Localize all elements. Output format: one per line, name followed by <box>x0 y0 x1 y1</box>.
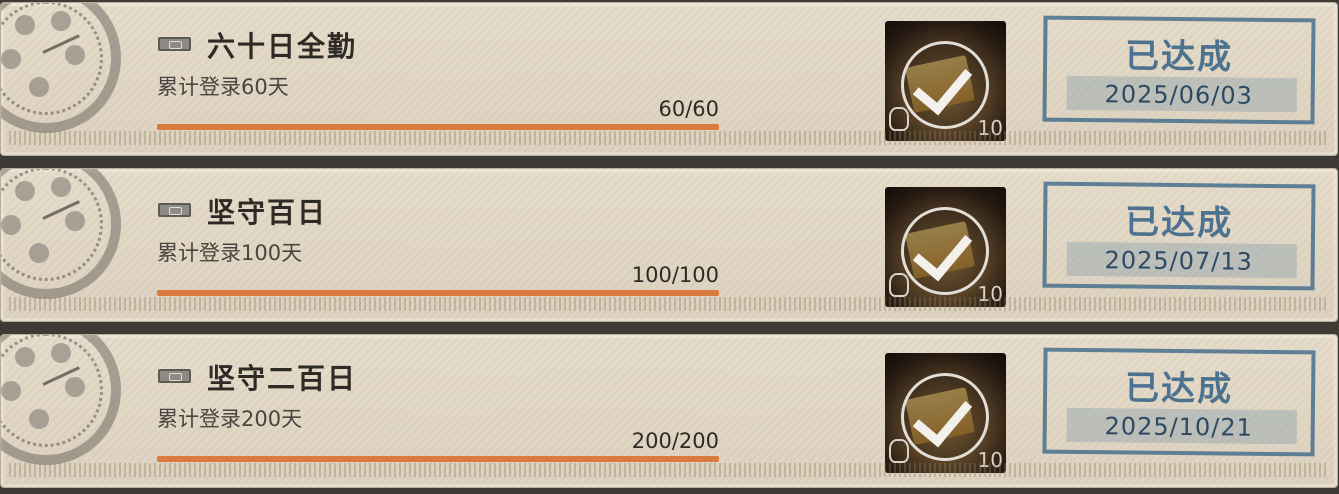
pot-icon <box>889 273 909 297</box>
status-label: 已达成 <box>1124 36 1234 78</box>
reward-item[interactable]: 10 <box>885 353 1006 473</box>
completed-stamp: 已达成 2025/07/13 <box>1042 181 1316 291</box>
reward-item[interactable]: 10 <box>885 187 1006 307</box>
achievement-description: 累计登录100天 <box>157 241 303 265</box>
completion-date: 2025/06/03 <box>1104 80 1254 110</box>
progress-count: 60/60 <box>658 97 719 121</box>
reward-quantity: 10 <box>977 282 1003 306</box>
achievement-card[interactable]: 坚守百日 累计登录100天 100/100 10 已达成 2025/07/13 <box>0 168 1338 322</box>
achievement-description: 累计登录200天 <box>157 407 303 431</box>
completion-date: 2025/10/21 <box>1104 412 1254 442</box>
achievement-title: 坚守百日 <box>207 196 328 229</box>
pot-icon <box>889 439 909 463</box>
progress-fill <box>157 124 719 130</box>
progress-bar <box>157 456 719 462</box>
achievement-title: 坚守二百日 <box>207 362 358 395</box>
checkmark-icon <box>901 207 989 295</box>
reward-quantity: 10 <box>977 116 1003 140</box>
achievement-card[interactable]: 坚守二百日 累计登录200天 200/200 10 已达成 2025/10/21 <box>0 334 1338 488</box>
progress-bar <box>157 124 719 130</box>
achievement-list: 六十日全勤 累计登录60天 60/60 10 已达成 2025/06/03 坚守… <box>0 0 1339 494</box>
clock-emblem-icon <box>1 3 121 133</box>
progress-fill <box>157 456 719 462</box>
achievement-description: 累计登录60天 <box>157 75 289 99</box>
checkmark-icon <box>901 373 989 461</box>
ticket-icon <box>158 369 191 383</box>
checkmark-icon <box>901 41 989 129</box>
clock-emblem-icon <box>1 335 121 465</box>
reward-quantity: 10 <box>977 448 1003 472</box>
ticket-icon <box>158 203 191 217</box>
status-label: 已达成 <box>1124 202 1234 244</box>
completion-date: 2025/07/13 <box>1104 246 1254 276</box>
progress-fill <box>157 290 719 296</box>
progress-count: 200/200 <box>631 429 719 453</box>
completed-stamp: 已达成 2025/10/21 <box>1042 347 1316 457</box>
achievement-card[interactable]: 六十日全勤 累计登录60天 60/60 10 已达成 2025/06/03 <box>0 2 1338 156</box>
status-label: 已达成 <box>1124 368 1234 410</box>
progress-count: 100/100 <box>631 263 719 287</box>
achievement-title: 六十日全勤 <box>207 30 358 63</box>
ticket-icon <box>158 37 191 51</box>
pot-icon <box>889 107 909 131</box>
clock-emblem-icon <box>1 169 121 299</box>
completed-stamp: 已达成 2025/06/03 <box>1042 15 1316 125</box>
reward-item[interactable]: 10 <box>885 21 1006 141</box>
progress-bar <box>157 290 719 296</box>
